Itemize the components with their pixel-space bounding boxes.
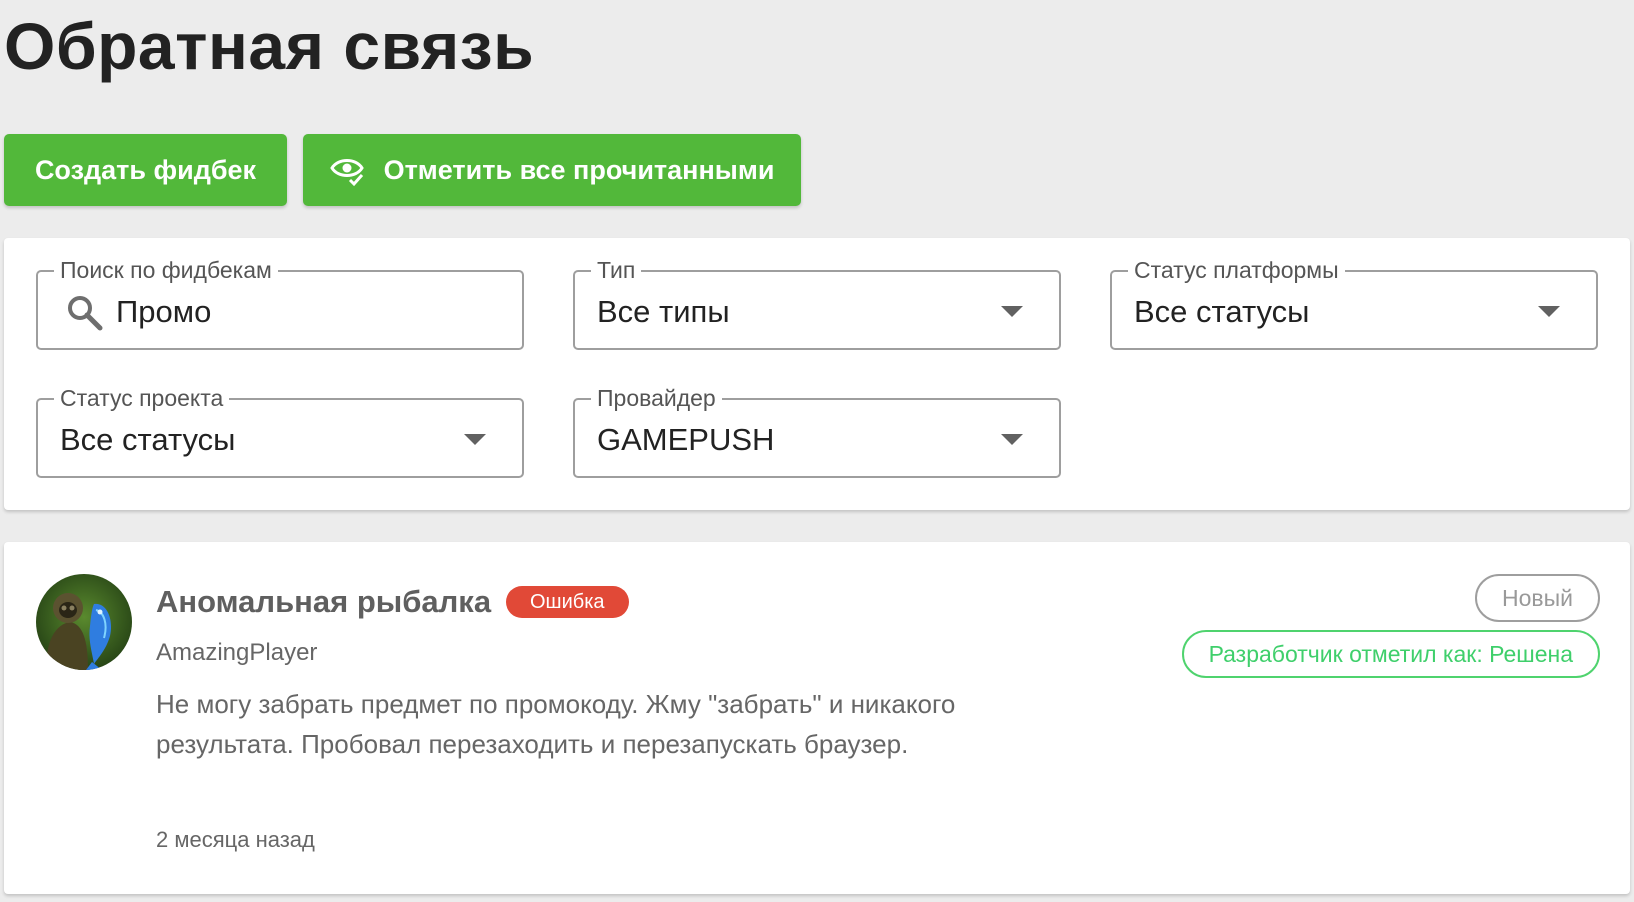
developer-status-badge: Разработчик отметил как: Решена xyxy=(1181,630,1600,678)
create-feedback-button[interactable]: Создать фидбек xyxy=(4,134,287,206)
chevron-down-icon xyxy=(464,434,486,445)
chevron-down-icon xyxy=(1538,306,1560,317)
type-select-value: Все типы xyxy=(597,294,730,329)
search-field[interactable]: Поиск по фидбекам Промо xyxy=(36,256,524,350)
platform-status-select[interactable]: Статус платформы Все статусы xyxy=(1110,256,1598,350)
project-status-label: Статус проекта xyxy=(54,384,230,412)
chevron-down-icon xyxy=(1001,434,1023,445)
feedback-game-title[interactable]: Аномальная рыбалка xyxy=(156,582,491,622)
chevron-down-icon xyxy=(1001,306,1023,317)
mark-all-read-label: Отметить все прочитанными xyxy=(383,154,775,185)
platform-status-value: Все статусы xyxy=(1134,294,1310,329)
filters-panel: Поиск по фидбекам Промо Тип Все типы Ста… xyxy=(4,238,1630,510)
feedback-author: AmazingPlayer xyxy=(156,639,318,666)
avatar xyxy=(36,574,132,670)
create-feedback-label: Создать фидбек xyxy=(34,154,257,185)
project-status-select[interactable]: Статус проекта Все статусы xyxy=(36,384,524,478)
feedback-page: Обратная связь Создать фидбек Отметить в… xyxy=(0,0,1634,902)
provider-select[interactable]: Провайдер GAMEPUSH xyxy=(573,384,1061,478)
search-field-label: Поиск по фидбекам xyxy=(54,256,278,284)
feedback-item[interactable]: Аномальная рыбалка Ошибка AmazingPlayer … xyxy=(4,542,1630,894)
type-badge: Ошибка xyxy=(506,586,629,618)
feedback-time: 2 месяца назад xyxy=(156,827,315,852)
search-icon xyxy=(64,292,104,332)
eye-check-icon xyxy=(329,153,364,187)
type-select-label: Тип xyxy=(591,256,642,284)
feedback-text: Не могу забрать предмет по промокоду. Жм… xyxy=(156,689,956,759)
platform-status-label: Статус платформы xyxy=(1128,256,1345,284)
project-status-value: Все статусы xyxy=(60,422,236,457)
status-badge: Новый xyxy=(1475,574,1600,622)
mark-all-read-button[interactable]: Отметить все прочитанными xyxy=(303,134,801,206)
provider-value: GAMEPUSH xyxy=(597,422,775,457)
provider-label: Провайдер xyxy=(591,384,722,412)
search-input[interactable]: Промо xyxy=(116,292,211,332)
page-title: Обратная связь xyxy=(4,9,535,83)
type-select[interactable]: Тип Все типы xyxy=(573,256,1061,350)
